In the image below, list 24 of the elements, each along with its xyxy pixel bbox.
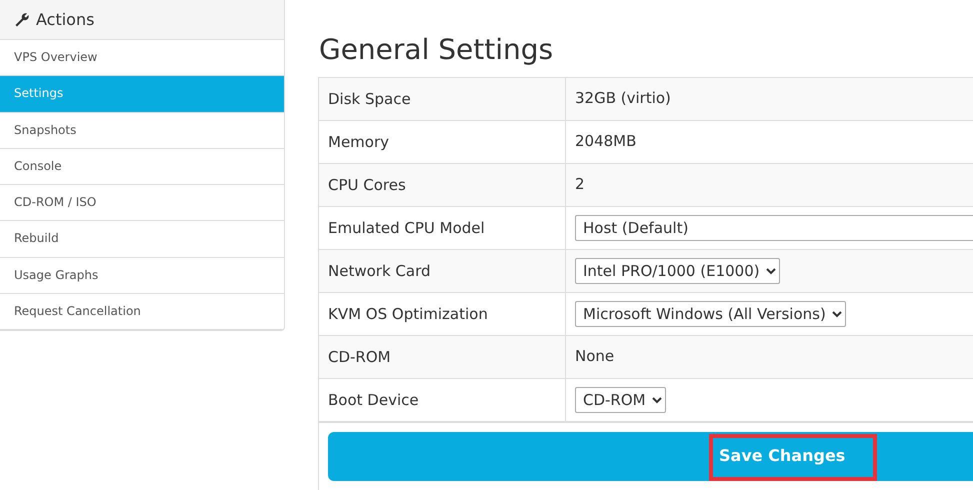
setting-label: Memory xyxy=(319,120,566,163)
dropdown[interactable]: Host (Default) xyxy=(575,214,973,241)
setting-label: KVM OS Optimization xyxy=(319,292,566,335)
setting-label: Disk Space xyxy=(319,78,566,120)
setting-label: CD-ROM xyxy=(319,336,566,378)
panel-title: Actions xyxy=(36,8,94,30)
dropdown[interactable]: CD-ROM xyxy=(575,386,666,413)
dropdown[interactable]: Intel PRO/1000 (E1000) xyxy=(575,258,780,284)
setting-value: None xyxy=(575,346,614,368)
sidebar-item[interactable]: Rebuild xyxy=(0,221,284,258)
page-heading: General Settings xyxy=(319,33,554,67)
setting-label: Boot Device xyxy=(319,378,566,421)
setting-label: CPU Cores xyxy=(319,164,566,206)
sidebar-item[interactable]: Request Cancellation xyxy=(0,294,284,330)
sidebar-item[interactable]: Usage Graphs xyxy=(0,258,284,294)
setting-value: 2 xyxy=(575,174,585,196)
dropdown[interactable]: Microsoft Windows (All Versions) xyxy=(575,300,846,327)
setting-value: 32GB (virtio) xyxy=(575,88,671,110)
sidebar-item[interactable]: Snapshots xyxy=(0,112,284,149)
setting-value: 2048MB xyxy=(575,131,636,152)
setting-label: Emulated CPU Model xyxy=(319,206,566,249)
sidebar-item[interactable]: Console xyxy=(0,148,284,186)
sidebar-item[interactable]: CD-ROM / ISO xyxy=(0,185,284,222)
setting-label: Network Card xyxy=(319,250,566,292)
